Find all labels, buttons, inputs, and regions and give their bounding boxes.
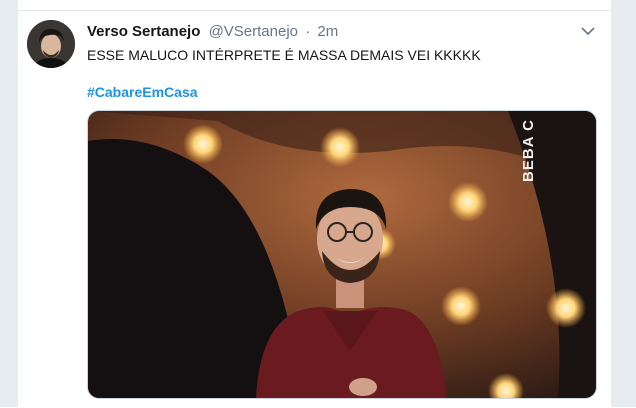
avatar[interactable]: [27, 20, 75, 68]
chevron-down-icon[interactable]: [580, 25, 596, 37]
timeline-background-right: [611, 0, 636, 407]
media-gif[interactable]: BEBA C: [87, 110, 597, 399]
hashtag-link[interactable]: #CabareEmCasa: [87, 83, 198, 101]
tweet-header: Verso Sertanejo @VSertanejo · 2m: [87, 23, 338, 41]
tweet-card[interactable]: Verso Sertanejo @VSertanejo · 2m ESSE MA…: [18, 10, 611, 408]
display-name[interactable]: Verso Sertanejo: [87, 23, 200, 40]
tweet-text: ESSE MALUCO INTÉRPRETE É MASSA DEMAIS VE…: [87, 47, 481, 63]
media-overlay-text: BEBA C: [520, 119, 537, 182]
timeline-background-left: [0, 0, 18, 407]
separator-dot: ·: [305, 23, 311, 40]
user-handle[interactable]: @VSertanejo: [209, 23, 298, 40]
tweet-timestamp[interactable]: 2m: [317, 23, 338, 40]
